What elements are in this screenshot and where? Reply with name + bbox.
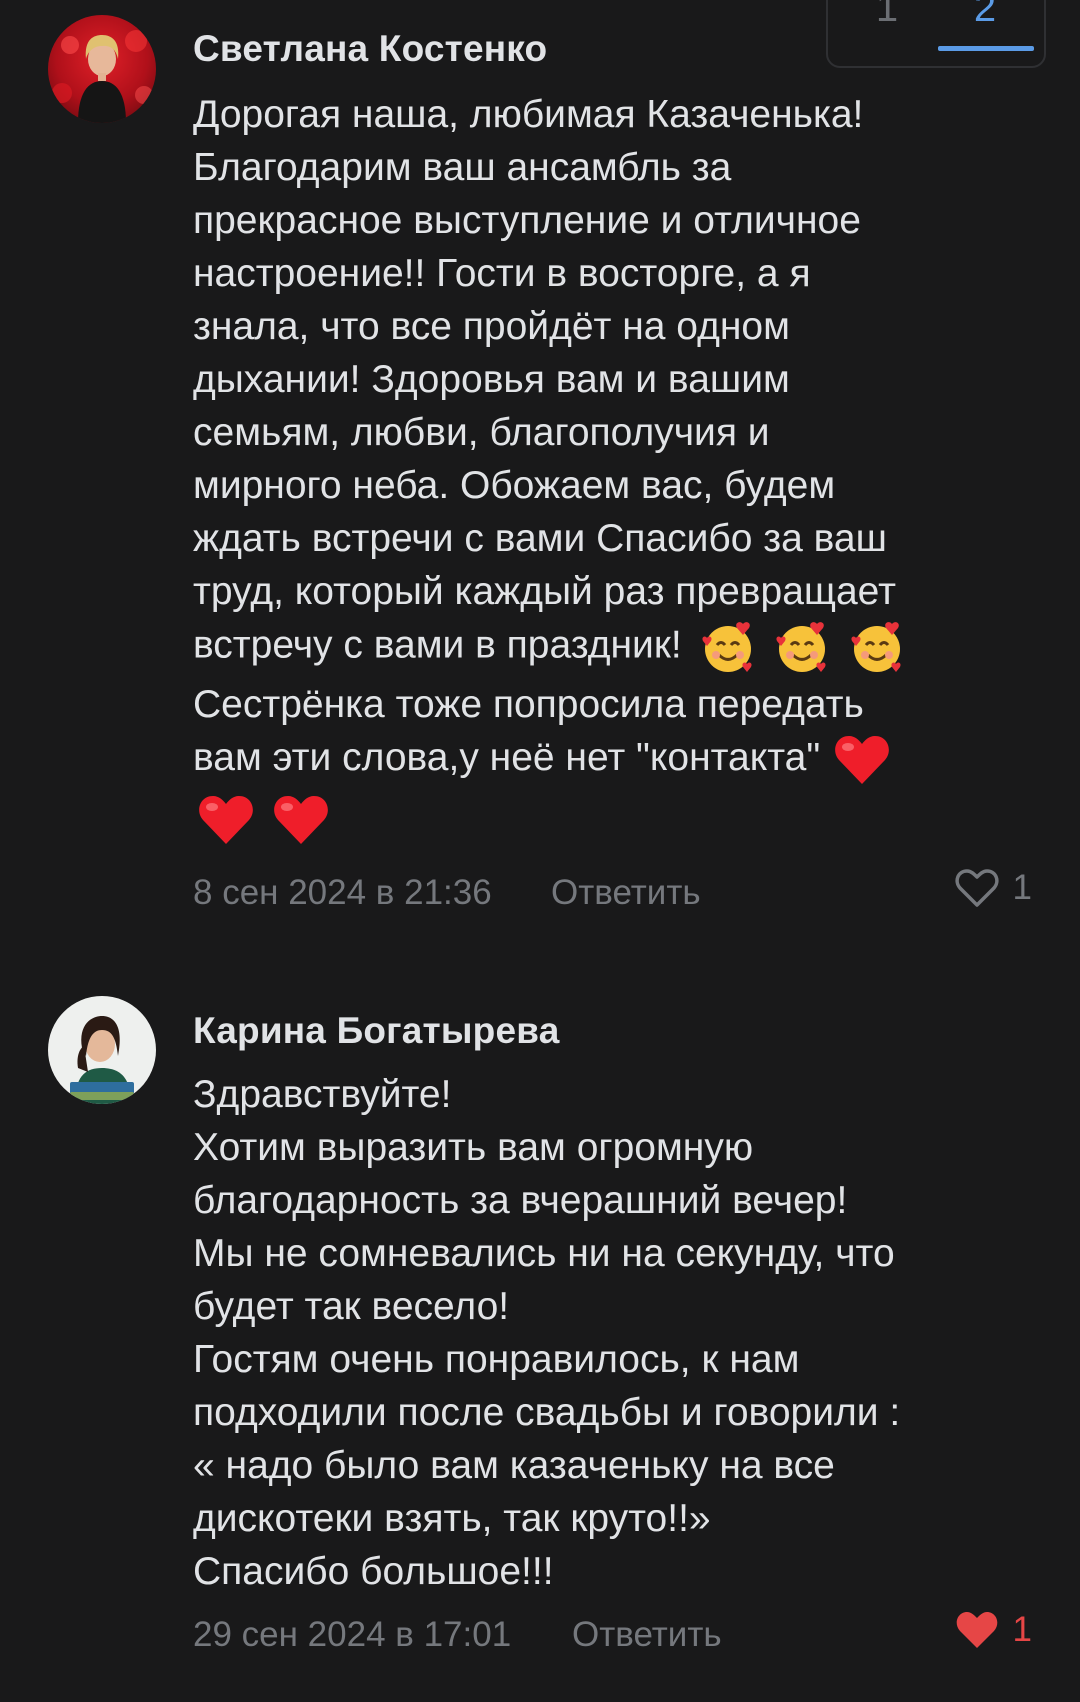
reply-button[interactable]: Ответить — [551, 873, 701, 913]
comment-text-line: Здравствуйте! — [193, 1073, 452, 1116]
comment-text: Здравствуйте! Хотим выразить вам огромну… — [193, 1068, 1033, 1598]
comment-text-line: Хотим выразить вам огромную — [193, 1126, 754, 1169]
comment-text-line: семьям, любви, благополучия и — [193, 411, 770, 454]
comment-text-line: подходили после свадьбы и говорили : — [193, 1391, 901, 1434]
avatar[interactable] — [48, 996, 156, 1104]
comment-text-line: благодарность за вчерашний вечер! — [193, 1179, 848, 1222]
heart-outline-icon — [954, 869, 999, 907]
comment-text-line: дыхании! Здоровья вам и вашим — [193, 358, 790, 401]
comment-text-line: прекрасное выступление и отличное — [193, 199, 861, 242]
comment-item: Светлана Костенко Дорогая наша, любимая … — [0, 0, 1080, 930]
smiling-face-with-hearts-icon — [702, 622, 752, 672]
comment-text-line: « надо было вам казаченьку на все — [193, 1444, 835, 1487]
comment-text: Дорогая наша, любимая Казаченька! Благод… — [193, 88, 1033, 855]
comment-text-line: Благодарим ваш ансамбль за — [193, 146, 732, 189]
comment-text-line: Спасибо большое!!! — [193, 1550, 554, 1593]
comment-author[interactable]: Карина Богатырева — [193, 1010, 559, 1052]
comment-text-line: дискотеки взять, так круто!!» — [193, 1497, 711, 1540]
comment-text-line: знала, что все пройдёт на одном — [193, 305, 790, 348]
comment-text-line-with-emoji: встречу с вами в праздник! — [193, 618, 1033, 678]
comment-text-line: труд, который каждый раз превращает — [193, 570, 896, 613]
comment-text-line: вам эти слова,у неё нет "контакта" — [193, 736, 821, 779]
comment-text-line: Сестрёнка тоже попросила передать — [193, 683, 864, 726]
comment-author[interactable]: Светлана Костенко — [193, 28, 547, 70]
red-heart-icon — [199, 795, 253, 844]
comment-text-line: мирного неба. Обожаем вас, будем — [193, 464, 836, 507]
red-heart-icon — [273, 795, 328, 844]
like-button[interactable]: 1 — [955, 1610, 1032, 1650]
comment-text-line: Гостям очень понравилось, к нам — [193, 1338, 800, 1381]
comment-text-line: встречу с вами в праздник! — [193, 623, 682, 667]
like-count: 1 — [1012, 868, 1032, 907]
red-heart-icon — [835, 735, 889, 784]
like-button[interactable]: 1 — [954, 868, 1032, 908]
comment-text-line: ждать встречи с вами Спасибо за ваш — [193, 517, 887, 560]
smiling-face-with-hearts-icon — [851, 622, 901, 672]
heart-filled-icon — [956, 1612, 997, 1648]
comment-date: 29 сен 2024 в 17:01 — [193, 1615, 512, 1654]
comment-emoji-line — [193, 791, 1033, 855]
smiling-face-with-hearts-icon — [776, 622, 826, 672]
comment-text-line: будет так весело! — [193, 1285, 510, 1328]
comment-date: 8 сен 2024 в 21:36 — [193, 873, 492, 912]
like-count: 1 — [1012, 1610, 1032, 1649]
comment-text-line: настроение!! Гости в восторге, а я — [193, 252, 811, 295]
comment-text-line: Дорогая наша, любимая Казаченька! — [193, 93, 864, 136]
comment-text-line-with-emoji: вам эти слова,у неё нет "контакта" — [193, 731, 1033, 791]
avatar[interactable] — [48, 15, 156, 123]
reply-button[interactable]: Ответить — [572, 1615, 722, 1655]
comment-text-line: Мы не сомневались ни на секунду, что — [193, 1232, 895, 1275]
